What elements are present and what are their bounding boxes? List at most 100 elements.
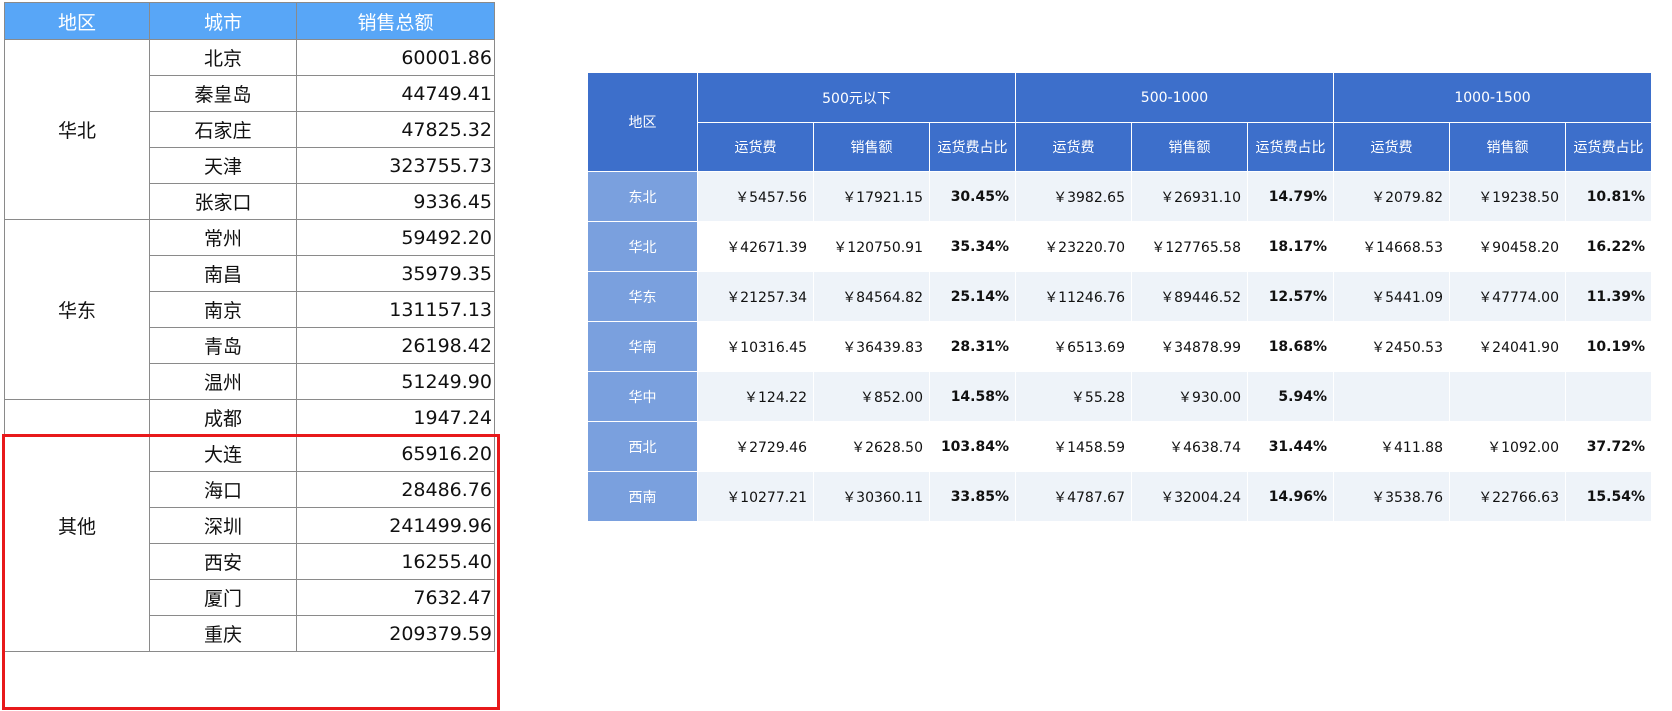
amount-cell: 1947.24	[296, 399, 495, 436]
pivot-row: 东北 ￥5457.56 ￥17921.15 30.45% ￥3982.65 ￥26931.…	[587, 171, 1652, 222]
freight-ratio-cell: 18.17%	[1247, 221, 1334, 272]
pivot-region-cell: 华中	[587, 371, 698, 422]
amount-cell: 28486.76	[296, 471, 495, 508]
freight-ratio-cell	[1565, 371, 1652, 422]
pivot-row: 西北 ￥2729.46 ￥2628.50 103.84% ￥1458.59 ￥4638.7…	[587, 421, 1652, 472]
amount-cell: 26198.42	[296, 327, 495, 364]
city-cell: 大连	[149, 435, 297, 472]
sales-cell: ￥17921.15	[813, 171, 930, 222]
sales-cell: ￥2628.50	[813, 421, 930, 472]
sales-cell: ￥930.00	[1131, 371, 1248, 422]
freight-ratio-cell: 18.68%	[1247, 321, 1334, 372]
freight-cell: ￥21257.34	[697, 271, 814, 322]
sales-cell: ￥89446.52	[1131, 271, 1248, 322]
amount-cell: 9336.45	[296, 183, 495, 220]
city-cell: 成都	[149, 399, 297, 436]
amount-cell: 59492.20	[296, 219, 495, 256]
amount-cell: 323755.73	[296, 147, 495, 184]
pivot-region-cell: 西北	[587, 421, 698, 472]
city-cell: 厦门	[149, 579, 297, 616]
sales-cell: ￥120750.91	[813, 221, 930, 272]
header-city: 城市	[149, 2, 297, 40]
pivot-group-header: 1000-1500	[1333, 72, 1652, 123]
amount-cell: 131157.13	[296, 291, 495, 328]
freight-cell: ￥4787.67	[1015, 471, 1132, 522]
freight-cell: ￥23220.70	[1015, 221, 1132, 272]
freight-ratio-cell: 5.94%	[1247, 371, 1334, 422]
region-cell: 其他	[4, 399, 150, 652]
city-cell: 重庆	[149, 615, 297, 652]
sub-header-freight: 运货费	[697, 122, 814, 172]
freight-ratio-cell: 31.44%	[1247, 421, 1334, 472]
amount-cell: 47825.32	[296, 111, 495, 148]
sales-cell: ￥36439.83	[813, 321, 930, 372]
pivot-row: 华中 ￥124.22 ￥852.00 14.58% ￥55.28 ￥930.00 5.94%	[587, 371, 1652, 422]
sales-cell: ￥22766.63	[1449, 471, 1566, 522]
region-cell: 华东	[4, 219, 150, 400]
sales-detail-table: 地区 城市 销售总额 华北 北京 60001.86 秦皇岛 44749.41 石家庄 478…	[4, 2, 495, 652]
amount-cell: 35979.35	[296, 255, 495, 292]
sub-header-freight: 运货费	[1333, 122, 1450, 172]
freight-cell: ￥2729.46	[697, 421, 814, 472]
freight-cell: ￥55.28	[1015, 371, 1132, 422]
pivot-row: 华北 ￥42671.39 ￥120750.91 35.34% ￥23220.70 ￥127…	[587, 221, 1652, 272]
city-cell: 南京	[149, 291, 297, 328]
freight-ratio-cell: 16.22%	[1565, 221, 1652, 272]
freight-ratio-cell: 103.84%	[929, 421, 1016, 472]
amount-cell: 16255.40	[296, 543, 495, 580]
pivot-region-cell: 西南	[587, 471, 698, 522]
table-row: 其他 成都 1947.24	[4, 399, 495, 652]
freight-ratio-cell: 14.58%	[929, 371, 1016, 422]
freight-ratio-cell: 14.96%	[1247, 471, 1334, 522]
header-region: 地区	[4, 2, 150, 40]
sales-cell: ￥24041.90	[1449, 321, 1566, 372]
city-cell: 秦皇岛	[149, 75, 297, 112]
sales-cell: ￥47774.00	[1449, 271, 1566, 322]
amount-cell: 241499.96	[296, 507, 495, 544]
freight-ratio-cell: 15.54%	[1565, 471, 1652, 522]
sales-cell: ￥127765.58	[1131, 221, 1248, 272]
freight-cell: ￥2450.53	[1333, 321, 1450, 372]
pivot-row: 华东 ￥21257.34 ￥84564.82 25.14% ￥11246.76 ￥8944…	[587, 271, 1652, 322]
freight-ratio-cell: 28.31%	[929, 321, 1016, 372]
freight-cell: ￥5457.56	[697, 171, 814, 222]
city-cell: 张家口	[149, 183, 297, 220]
pivot-sub-header-row: 运货费 销售额 运货费占比 运货费 销售额 运货费占比 运货费 销售额 运货费占…	[588, 122, 1652, 172]
amount-cell: 65916.20	[296, 435, 495, 472]
pivot-group-header: 500元以下	[697, 72, 1016, 123]
freight-cell: ￥3982.65	[1015, 171, 1132, 222]
pivot-header-region: 地区	[587, 72, 698, 172]
sales-cell	[1449, 371, 1566, 422]
sales-cell: ￥852.00	[813, 371, 930, 422]
city-cell: 天津	[149, 147, 297, 184]
sales-cell: ￥4638.74	[1131, 421, 1248, 472]
sales-cell: ￥30360.11	[813, 471, 930, 522]
sub-header-freight: 运货费	[1015, 122, 1132, 172]
freight-cell: ￥14668.53	[1333, 221, 1450, 272]
freight-cell: ￥1458.59	[1015, 421, 1132, 472]
freight-cell: ￥411.88	[1333, 421, 1450, 472]
freight-ratio-cell: 33.85%	[929, 471, 1016, 522]
freight-ratio-cell: 10.81%	[1565, 171, 1652, 222]
sub-header-freight-ratio: 运货费占比	[1247, 122, 1334, 172]
city-cell: 常州	[149, 219, 297, 256]
region-cell: 华北	[4, 39, 150, 220]
freight-cell: ￥6513.69	[1015, 321, 1132, 372]
city-cell: 西安	[149, 543, 297, 580]
amount-cell: 7632.47	[296, 579, 495, 616]
pivot-row: 华南 ￥10316.45 ￥36439.83 28.31% ￥6513.69 ￥34878…	[587, 321, 1652, 372]
freight-cell: ￥124.22	[697, 371, 814, 422]
pivot-row: 西南 ￥10277.21 ￥30360.11 33.85% ￥4787.67 ￥32004…	[587, 471, 1652, 522]
freight-cell: ￥10316.45	[697, 321, 814, 372]
sub-header-freight-ratio: 运货费占比	[929, 122, 1016, 172]
sub-header-sales: 销售额	[813, 122, 930, 172]
sub-header-sales: 销售额	[1131, 122, 1248, 172]
city-cell: 青岛	[149, 327, 297, 364]
freight-cell: ￥2079.82	[1333, 171, 1450, 222]
sub-header-sales: 销售额	[1449, 122, 1566, 172]
pivot-group-header-row: 地区 500元以下 500-1000 1000-1500	[587, 72, 1652, 172]
header-sales-total: 销售总额	[296, 2, 495, 40]
sales-cell: ￥84564.82	[813, 271, 930, 322]
city-cell: 温州	[149, 363, 297, 400]
freight-pivot-table: 地区 500元以下 500-1000 1000-1500 运货费 销售额 运货费…	[587, 72, 1652, 522]
